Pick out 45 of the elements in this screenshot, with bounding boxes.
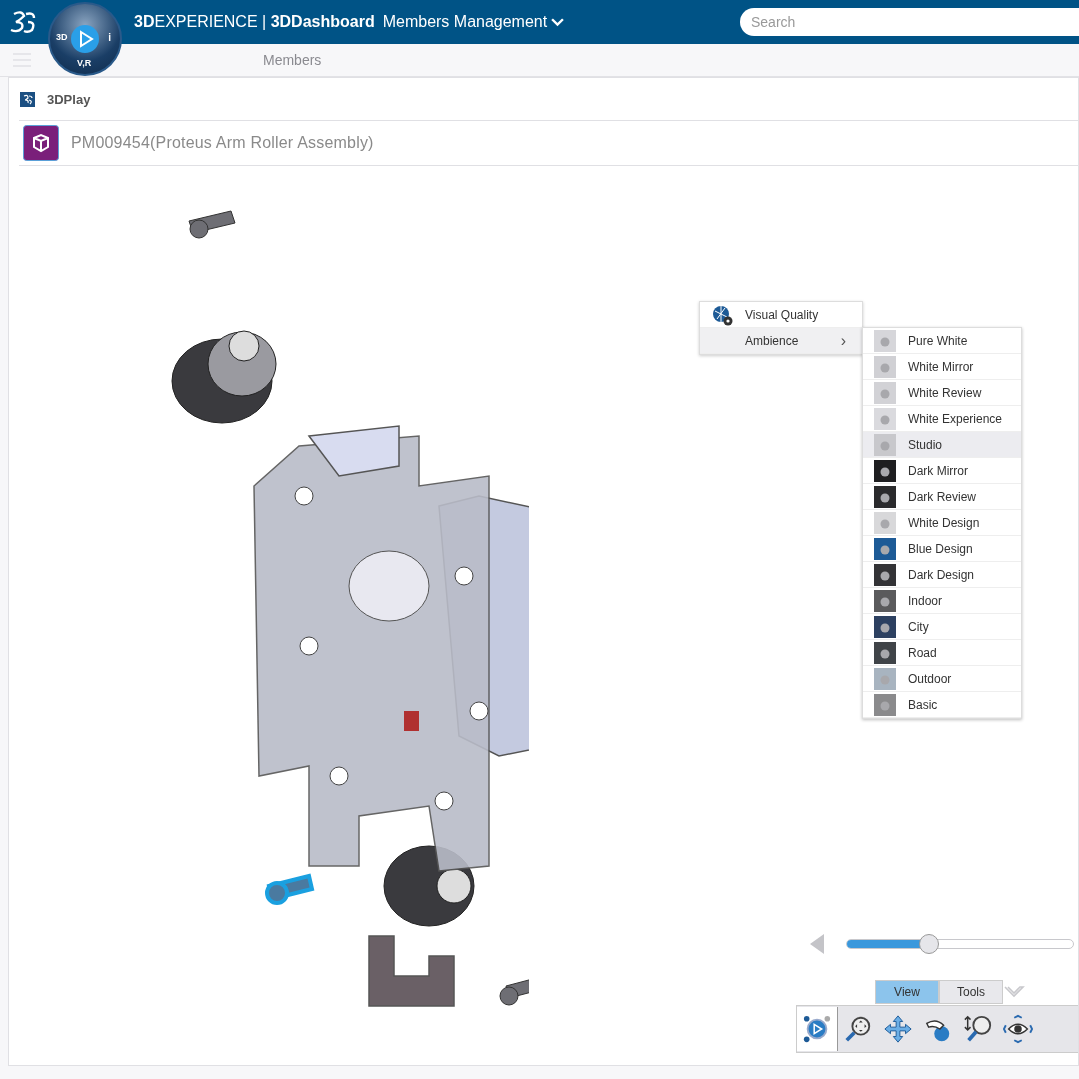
play-icon[interactable]	[797, 1007, 838, 1051]
ambience-thumbnail-icon	[874, 511, 896, 534]
ambience-option[interactable]: White Design	[863, 510, 1021, 536]
app-logo-icon	[20, 91, 35, 107]
ambience-option[interactable]: Studio	[863, 432, 1021, 458]
ambience-option[interactable]: Outdoor	[863, 666, 1021, 692]
ambience-thumbnail-icon	[874, 407, 896, 430]
ambience-option[interactable]: Dark Mirror	[863, 458, 1021, 484]
ambience-thumbnail-icon	[874, 641, 896, 664]
ambience-thumbnail-icon	[874, 537, 896, 560]
ambience-thumbnail-icon	[874, 667, 896, 690]
ambience-option[interactable]: Dark Design	[863, 562, 1021, 588]
ambience-thumbnail-icon	[874, 459, 896, 482]
app-title: 3DEXPERIENCE | 3DDashboard	[134, 13, 375, 31]
search-field[interactable]: Search	[740, 8, 1079, 36]
chevron-down-icon[interactable]	[551, 17, 565, 27]
ambience-option[interactable]: Pure White	[863, 328, 1021, 354]
ambience-thumbnail-icon	[874, 355, 896, 378]
dashboard-dropdown[interactable]: Members Management	[382, 13, 565, 31]
ambience-option[interactable]: Indoor	[863, 588, 1021, 614]
ambience-thumbnail-icon	[874, 563, 896, 586]
ambience-option[interactable]: White Mirror	[863, 354, 1021, 380]
ambience-option[interactable]: City	[863, 614, 1021, 640]
ambience-thumbnail-icon	[874, 485, 896, 508]
company-logo-icon	[8, 10, 38, 34]
ambience-option[interactable]: Basic	[863, 692, 1021, 718]
ambience-thumbnail-icon	[874, 381, 896, 404]
compass-button[interactable]: 3D i V,R	[48, 2, 122, 76]
menu-item[interactable]: Ambience ›	[700, 328, 862, 354]
toolbar-tab[interactable]: Tools	[939, 980, 1003, 1004]
slider[interactable]	[846, 934, 1074, 954]
product-icon	[23, 125, 59, 161]
slider-handle[interactable]	[919, 934, 940, 954]
ambience-thumbnail-icon	[874, 589, 896, 612]
ambience-thumbnail-icon	[874, 693, 896, 716]
play-icon[interactable]	[70, 24, 100, 54]
object-title: PM009454(Proteus Arm Roller Assembly)	[71, 134, 374, 152]
ambience-thumbnail-icon	[874, 433, 896, 456]
ambience-option[interactable]: Road	[863, 640, 1021, 666]
ambience-option[interactable]: Blue Design	[863, 536, 1021, 562]
ambience-thumbnail-icon	[874, 615, 896, 638]
ambience-option[interactable]: Dark Review	[863, 484, 1021, 510]
toolbar-tab[interactable]: View	[875, 980, 939, 1004]
ambience-option[interactable]: White Review	[863, 380, 1021, 406]
widget-title: 3DPlay	[47, 91, 91, 107]
